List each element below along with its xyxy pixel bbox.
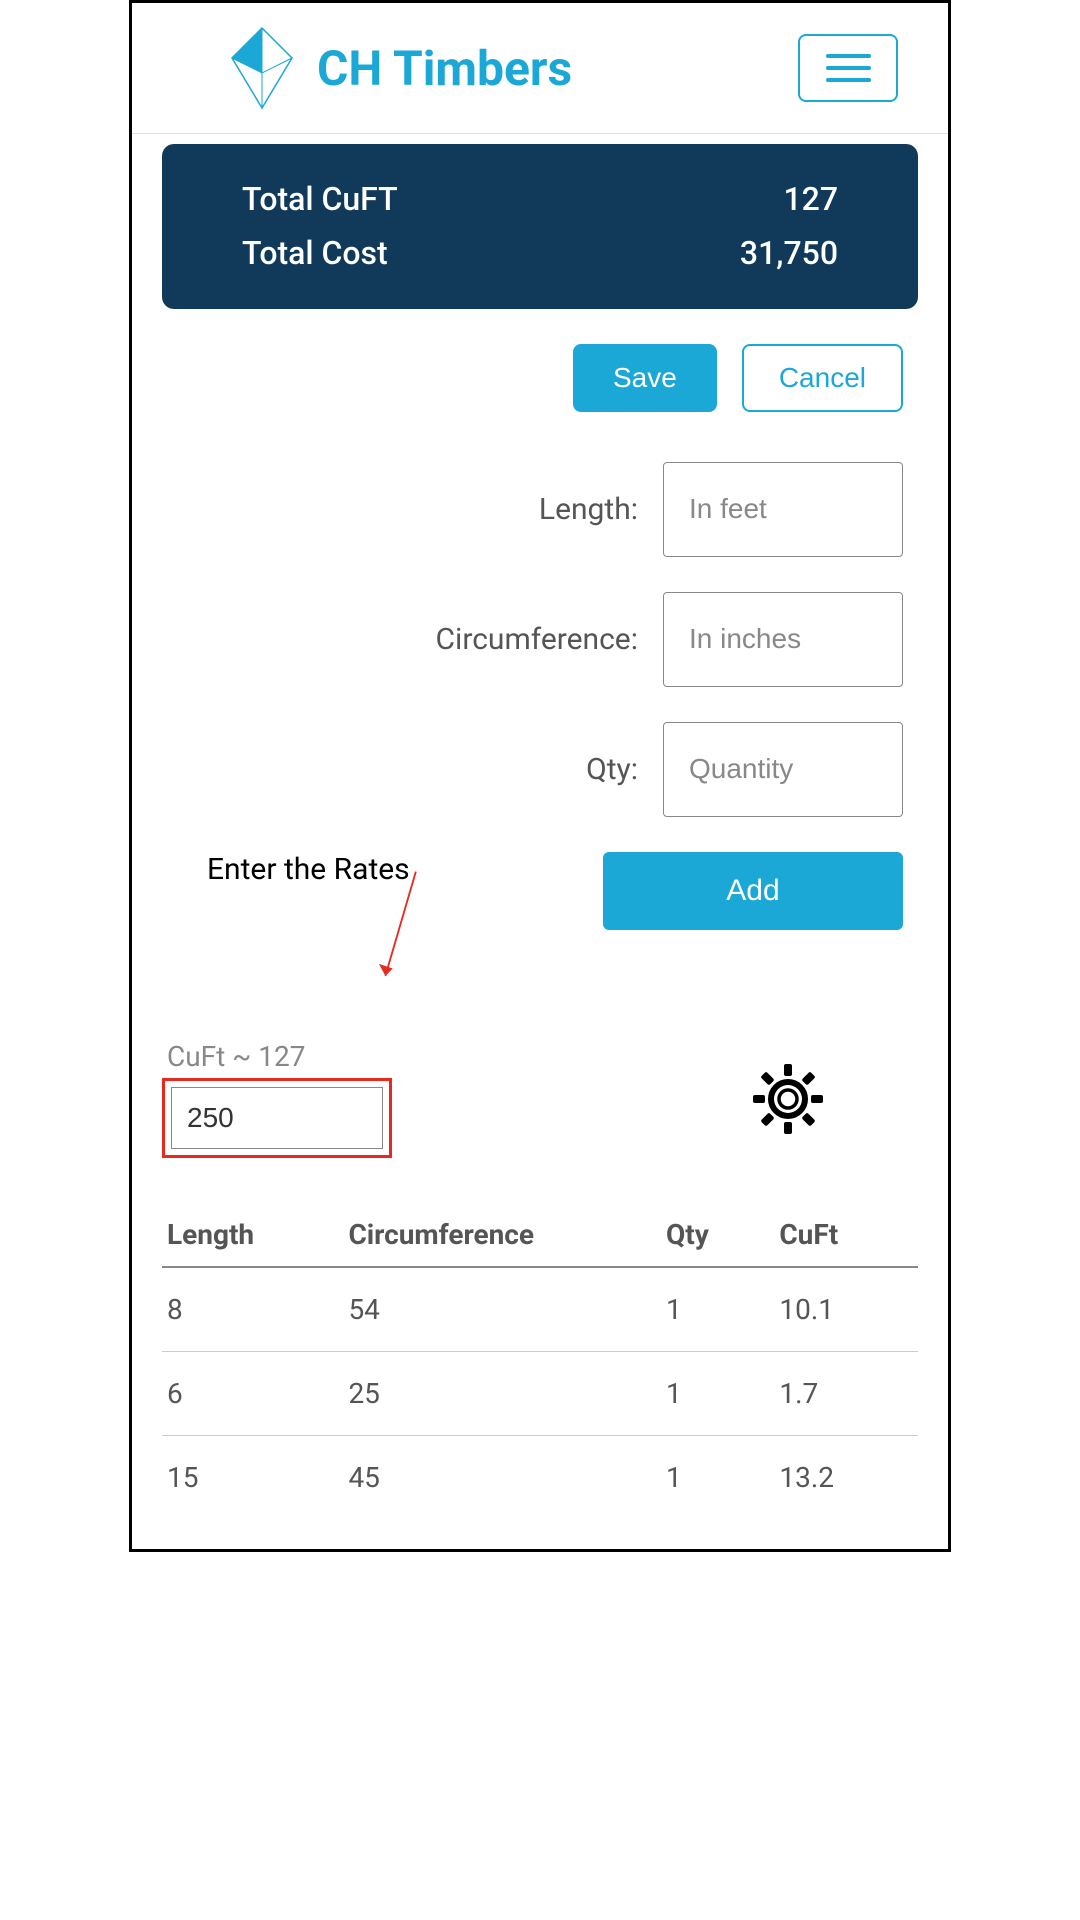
total-cuft-value: 127 (783, 172, 838, 226)
main-content: Total CuFT 127 Total Cost 31,750 Save Ca… (132, 134, 948, 1549)
th-qty: Qty (661, 1203, 774, 1267)
totals-panel: Total CuFT 127 Total Cost 31,750 (162, 144, 918, 309)
circumference-row: Circumference: (162, 592, 918, 687)
total-cost-label: Total Cost (242, 226, 388, 280)
cell-cuft: 10.1 (774, 1267, 918, 1352)
th-cuft: CuFt (774, 1203, 918, 1267)
total-cuft-label: Total CuFT (242, 172, 398, 226)
total-cost-row: Total Cost 31,750 (242, 226, 838, 280)
th-circumference: Circumference (343, 1203, 661, 1267)
total-cuft-row: Total CuFT 127 (242, 172, 838, 226)
cuft-per-label: CuFt ~ 127 (162, 1040, 392, 1073)
gear-icon[interactable] (748, 1059, 828, 1139)
table-row[interactable]: 15 45 1 13.2 (162, 1435, 918, 1519)
total-cost-value: 31,750 (740, 226, 838, 280)
cancel-button[interactable]: Cancel (742, 344, 903, 412)
length-row: Length: (162, 462, 918, 557)
app-header: CH Timbers (132, 3, 948, 134)
table-header-row: Length Circumference Qty CuFt (162, 1203, 918, 1267)
save-button[interactable]: Save (573, 344, 717, 412)
cell-qty: 1 (661, 1351, 774, 1435)
add-button[interactable]: Add (603, 852, 903, 930)
circumference-label: Circumference: (436, 622, 639, 657)
cuft-input-group: CuFt ~ 127 (162, 1040, 392, 1158)
length-input[interactable] (663, 462, 903, 557)
table-row[interactable]: 8 54 1 10.1 (162, 1267, 918, 1352)
cell-circumference: 54 (343, 1267, 661, 1352)
length-label: Length: (539, 492, 638, 527)
cell-qty: 1 (661, 1267, 774, 1352)
cell-circumference: 25 (343, 1351, 661, 1435)
cell-circumference: 45 (343, 1435, 661, 1519)
cuft-section: CuFt ~ 127 (162, 1040, 918, 1158)
cell-length: 15 (162, 1435, 343, 1519)
logo-section: CH Timbers (222, 23, 572, 113)
hamburger-icon (826, 54, 871, 58)
brand-name: CH Timbers (317, 40, 572, 97)
cell-cuft: 13.2 (774, 1435, 918, 1519)
diamond-logo-icon (222, 23, 302, 113)
circumference-input[interactable] (663, 592, 903, 687)
qty-row: Qty: (162, 722, 918, 817)
cell-length: 8 (162, 1267, 343, 1352)
cell-cuft: 1.7 (774, 1351, 918, 1435)
rate-input[interactable] (171, 1087, 383, 1149)
qty-label: Qty: (586, 752, 638, 787)
qty-input[interactable] (663, 722, 903, 817)
table-row[interactable]: 6 25 1 1.7 (162, 1351, 918, 1435)
action-buttons-row: Save Cancel (162, 344, 918, 412)
cell-qty: 1 (661, 1435, 774, 1519)
rate-input-highlight (162, 1078, 392, 1158)
menu-button[interactable] (798, 34, 898, 102)
arrow-icon (372, 867, 432, 987)
entries-table: Length Circumference Qty CuFt 8 54 1 10.… (162, 1203, 918, 1519)
add-section: Enter the Rates Add (162, 852, 918, 930)
cell-length: 6 (162, 1351, 343, 1435)
th-length: Length (162, 1203, 343, 1267)
